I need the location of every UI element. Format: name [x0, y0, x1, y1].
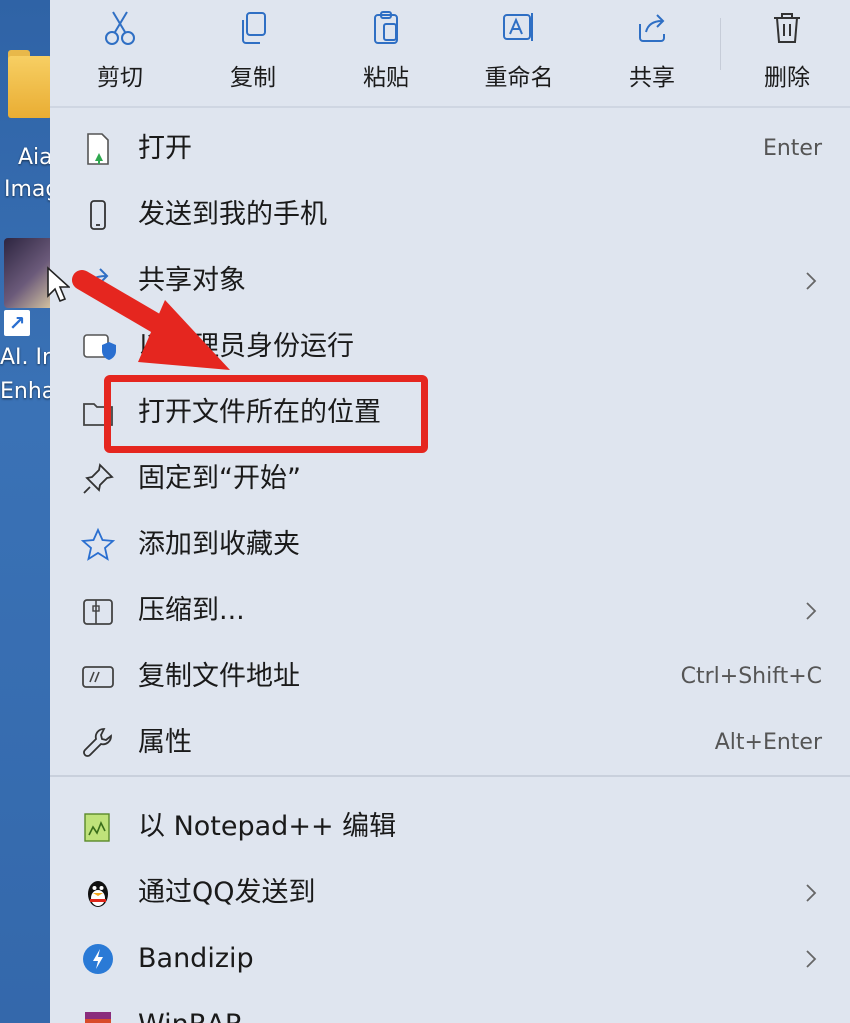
cut-label: 剪切 — [97, 65, 143, 91]
red-arrow-annotation — [72, 270, 230, 370]
notepadpp-icon — [84, 813, 110, 842]
toolbar-separator — [720, 18, 721, 70]
path-icon — [82, 666, 114, 688]
menu-item-open[interactable]: 打开 Enter — [50, 116, 850, 182]
menu-item-add-to-favorites[interactable]: 添加到收藏夹 — [50, 512, 850, 578]
scissors-icon — [105, 11, 135, 45]
menu-item-label: 以 Notepad++ 编辑 — [138, 811, 397, 842]
mouse-cursor-icon — [47, 266, 70, 303]
menu-item-compress-to[interactable]: 压缩到... — [50, 578, 850, 644]
menu-item-properties[interactable]: 属性 Alt+Enter — [50, 710, 850, 776]
menu-item-shortcut: Alt+Enter — [714, 730, 822, 755]
winrar-icon — [85, 1012, 111, 1023]
cut-button[interactable]: 剪切 — [65, 0, 175, 108]
star-icon — [80, 527, 116, 561]
rename-icon — [503, 13, 533, 41]
share-label: 共享 — [629, 65, 675, 91]
menu-item-label: 压缩到... — [138, 595, 245, 626]
menu-item-bandizip[interactable]: Bandizip — [50, 926, 850, 992]
open-file-icon — [87, 133, 109, 165]
copy-button[interactable]: 复制 — [198, 0, 308, 108]
menu-item-label: 复制文件地址 — [138, 661, 300, 692]
menu-item-shortcut: Ctrl+Shift+C — [680, 664, 822, 689]
menu-item-edit-notepadpp[interactable]: 以 Notepad++ 编辑 — [50, 794, 850, 860]
chevron-right-icon — [806, 602, 817, 620]
rename-label: 重命名 — [484, 65, 554, 91]
menu-item-send-via-qq[interactable]: 通过QQ发送到 — [50, 860, 850, 926]
paste-button[interactable]: 粘贴 — [331, 0, 441, 108]
rename-button[interactable]: 重命名 — [464, 0, 574, 108]
qq-penguin-icon — [88, 881, 108, 907]
clipboard-icon — [374, 11, 398, 44]
share-button[interactable]: 共享 — [597, 0, 707, 108]
paste-label: 粘贴 — [363, 65, 409, 91]
bandizip-icon — [83, 944, 113, 974]
context-menu: 剪切 复制 粘贴 重命名 共享 删除 打开 Enter 发送到我的手机 共享对象… — [50, 0, 850, 1023]
delete-label: 删除 — [764, 65, 810, 91]
menu-item-label: 通过QQ发送到 — [138, 877, 316, 908]
menu-item-label: 添加到收藏夹 — [138, 529, 300, 560]
pin-icon — [83, 463, 114, 494]
shortcut-arrow-icon: ↗ — [4, 310, 30, 336]
folder-icon[interactable] — [8, 50, 52, 122]
share-icon — [639, 14, 665, 42]
menu-divider — [50, 775, 850, 777]
chevron-right-icon — [806, 884, 817, 902]
menu-item-pin-to-start[interactable]: 固定到“开始” — [50, 446, 850, 512]
delete-button[interactable]: 删除 — [732, 0, 842, 108]
highlight-box — [104, 375, 428, 453]
copy-icon — [242, 12, 266, 44]
wrench-icon — [83, 728, 112, 757]
phone-icon — [90, 200, 106, 230]
chevron-right-icon — [806, 950, 817, 968]
trash-icon — [774, 13, 800, 43]
copy-label: 复制 — [230, 65, 276, 91]
menu-item-label: Bandizip — [138, 943, 254, 974]
menu-item-shortcut: Enter — [762, 136, 822, 161]
menu-toolbar: 剪切 复制 粘贴 重命名 共享 删除 — [50, 0, 850, 108]
menu-item-label: 固定到“开始” — [138, 463, 301, 494]
menu-item-label: 发送到我的手机 — [138, 199, 327, 230]
menu-item-winrar[interactable]: WinRAR — [50, 992, 850, 1023]
menu-item-copy-file-path[interactable]: 复制文件地址 Ctrl+Shift+C — [50, 644, 850, 710]
archive-icon — [83, 599, 113, 625]
chevron-right-icon — [806, 272, 817, 290]
menu-item-label: 打开 — [138, 133, 192, 164]
menu-item-label: 属性 — [138, 727, 192, 758]
menu-item-send-to-phone[interactable]: 发送到我的手机 — [50, 182, 850, 248]
menu-item-label: WinRAR — [138, 992, 244, 1023]
